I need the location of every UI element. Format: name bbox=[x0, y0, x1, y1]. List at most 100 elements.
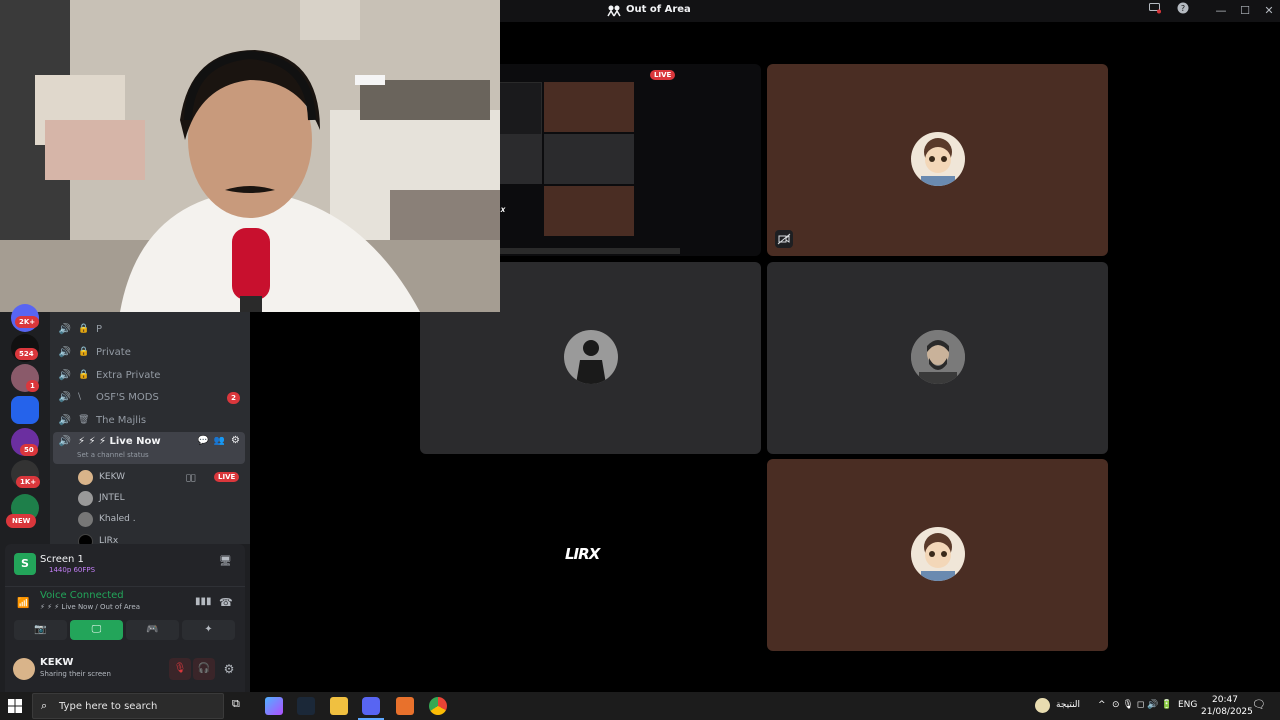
channel-name: ⚡ ⚡ ⚡ Live Now bbox=[78, 436, 161, 447]
gear-icon[interactable]: ⚙ bbox=[231, 435, 240, 446]
voice-channel[interactable]: 🔊 \ OSF'S MODS 2 bbox=[58, 387, 244, 407]
participant-tile[interactable] bbox=[767, 459, 1108, 651]
user-settings-button[interactable]: ⚙ bbox=[218, 658, 240, 680]
voice-user[interactable]: JNTEL bbox=[78, 489, 125, 507]
maximize-button[interactable]: ☐ bbox=[1234, 2, 1256, 20]
language-indicator[interactable]: ENG bbox=[1178, 700, 1197, 710]
channel-name: P bbox=[96, 323, 103, 335]
voice-user[interactable]: Khaled . bbox=[78, 510, 136, 528]
soundboard-button[interactable]: ✦ bbox=[182, 620, 235, 640]
channel-name: OSF'S MODS bbox=[96, 391, 159, 403]
clock-time[interactable]: 20:47 bbox=[1212, 695, 1238, 705]
stop-stream-icon[interactable]: 🖥 bbox=[219, 556, 232, 567]
screen-share-status-icon[interactable] bbox=[1144, 2, 1166, 20]
windows-start-icon[interactable] bbox=[8, 698, 24, 714]
avatar bbox=[911, 527, 965, 581]
voice-channel[interactable]: 🔊 🗑 The Majlis bbox=[58, 410, 244, 430]
svg-text:?: ? bbox=[1181, 4, 1185, 13]
chevron-up-icon[interactable]: ^ bbox=[1098, 700, 1106, 710]
app-icon[interactable] bbox=[396, 697, 414, 715]
add-user-icon[interactable]: 👥 bbox=[214, 436, 225, 446]
active-voice-channel[interactable]: 🔊 ⚡ ⚡ ⚡ Live Now Set a channel status 💬 … bbox=[53, 432, 245, 464]
slash-icon: \ bbox=[78, 392, 82, 402]
speaker-icon: 🔊 bbox=[58, 391, 72, 403]
steam-icon[interactable] bbox=[297, 697, 315, 715]
avatar bbox=[78, 490, 93, 506]
participant-tile[interactable] bbox=[767, 64, 1108, 256]
voice-user[interactable]: KEKW 🎙⃠ LIVE bbox=[78, 468, 240, 486]
task-view-icon[interactable]: ⧉ bbox=[232, 697, 250, 715]
voice-user-name: JNTEL bbox=[99, 493, 125, 503]
deafen-button[interactable]: 🎧 bbox=[193, 658, 215, 680]
speaker-icon: 🔊 bbox=[58, 436, 72, 447]
noise-suppression-icon[interactable]: ▮▮▮ bbox=[195, 596, 212, 607]
search-placeholder: Type here to search bbox=[59, 701, 158, 712]
avatar[interactable] bbox=[13, 658, 35, 680]
speaker-icon: 🔊 bbox=[58, 369, 72, 381]
channel-list: 🔊 🔒 P 🔊 🔒 Private 🔊 🔒 Extra Private 🔊 \ OSF'S MO… bbox=[50, 312, 250, 549]
user-name[interactable]: KEKW bbox=[40, 657, 73, 668]
server-icon[interactable] bbox=[11, 396, 39, 424]
mini-tile bbox=[544, 82, 634, 132]
weather-label[interactable]: النتيجة bbox=[1056, 700, 1080, 710]
video-off-icon bbox=[775, 230, 793, 248]
help-icon[interactable]: ? bbox=[1172, 2, 1194, 20]
windows-taskbar: ⌕ Type here to search ⧉ النتيجة ^ ⊙ 🎙 ◻ … bbox=[0, 692, 1280, 720]
webcam-overlay bbox=[0, 0, 500, 312]
server-badge: 1K+ bbox=[16, 476, 41, 488]
voice-status[interactable]: Voice Connected bbox=[40, 590, 124, 601]
participant-tile[interactable]: LIRX bbox=[420, 459, 761, 651]
mute-mic-button[interactable]: 🎙 bbox=[169, 658, 191, 680]
minimize-button[interactable]: — bbox=[1210, 2, 1232, 20]
chat-icon[interactable]: 💬 bbox=[198, 436, 209, 446]
channel-name: The Majlis bbox=[96, 414, 147, 426]
disconnect-icon[interactable]: ☎ bbox=[219, 596, 233, 609]
group-icon bbox=[607, 5, 621, 17]
voice-panel: S Screen 1 1440p 60FPS 🖥 📶 Voice Connect… bbox=[5, 544, 245, 692]
live-badge: LIVE bbox=[650, 70, 676, 80]
avatar bbox=[564, 330, 618, 384]
live-badge: LIVE bbox=[214, 472, 240, 482]
taskbar-search[interactable]: ⌕ Type here to search bbox=[32, 693, 224, 719]
avatar bbox=[911, 132, 965, 186]
close-button[interactable]: ✕ bbox=[1258, 2, 1280, 20]
lock-icon: 🔒 bbox=[78, 370, 90, 380]
screen-share-quality: 1440p 60FPS bbox=[49, 566, 96, 574]
voice-channel[interactable]: 🔊 🔒 Private bbox=[58, 342, 244, 362]
screen-share-button[interactable]: 🖵 bbox=[70, 620, 123, 640]
mini-tile bbox=[544, 186, 634, 236]
speaker-icon: 🔊 bbox=[58, 323, 72, 335]
screen-share-icon: S bbox=[14, 553, 36, 575]
voice-user-name: Khaled . bbox=[99, 514, 136, 524]
avatar bbox=[78, 511, 93, 527]
camera-button[interactable]: 📷 bbox=[14, 620, 67, 640]
channel-badge: 2 bbox=[227, 392, 240, 404]
screen-share-title: Screen 1 bbox=[40, 554, 84, 565]
mini-tile bbox=[544, 134, 634, 184]
weather-icon[interactable] bbox=[1035, 698, 1050, 713]
divider bbox=[5, 586, 245, 587]
discord-icon[interactable] bbox=[362, 697, 380, 715]
voice-location[interactable]: ⚡ ⚡ ⚡ Live Now / Out of Area bbox=[40, 603, 140, 611]
signal-icon[interactable]: 📶 bbox=[17, 598, 29, 609]
voice-channel[interactable]: 🔊 🔒 Extra Private bbox=[58, 365, 244, 385]
app-titlebar: Out of Area ? — ☐ ✕ bbox=[500, 0, 1280, 22]
server-badge: 1 bbox=[26, 380, 39, 392]
lirx-logo: LIRX bbox=[565, 545, 600, 563]
activity-button[interactable]: 🎮 bbox=[126, 620, 179, 640]
channel-status[interactable]: Set a channel status bbox=[77, 451, 149, 459]
avatar bbox=[911, 330, 965, 384]
participant-tile[interactable] bbox=[767, 262, 1108, 454]
voice-channel[interactable]: 🔊 🔒 P bbox=[58, 319, 244, 339]
file-explorer-icon[interactable] bbox=[330, 697, 348, 715]
server-badge: 2K+ bbox=[15, 316, 40, 328]
tray-icons[interactable]: ⊙ 🎙 ◻ 🔊 🔋 bbox=[1112, 700, 1172, 710]
notification-icon[interactable]: 🗨 bbox=[1252, 698, 1266, 711]
trash-icon: 🗑 bbox=[78, 415, 90, 425]
clock-date[interactable]: 21/08/2025 bbox=[1201, 707, 1253, 717]
server-badge: 50 bbox=[20, 444, 38, 456]
copilot-icon[interactable] bbox=[265, 697, 283, 715]
lock-icon: 🔒 bbox=[78, 347, 90, 357]
chrome-icon[interactable] bbox=[429, 697, 447, 715]
avatar bbox=[78, 469, 93, 485]
